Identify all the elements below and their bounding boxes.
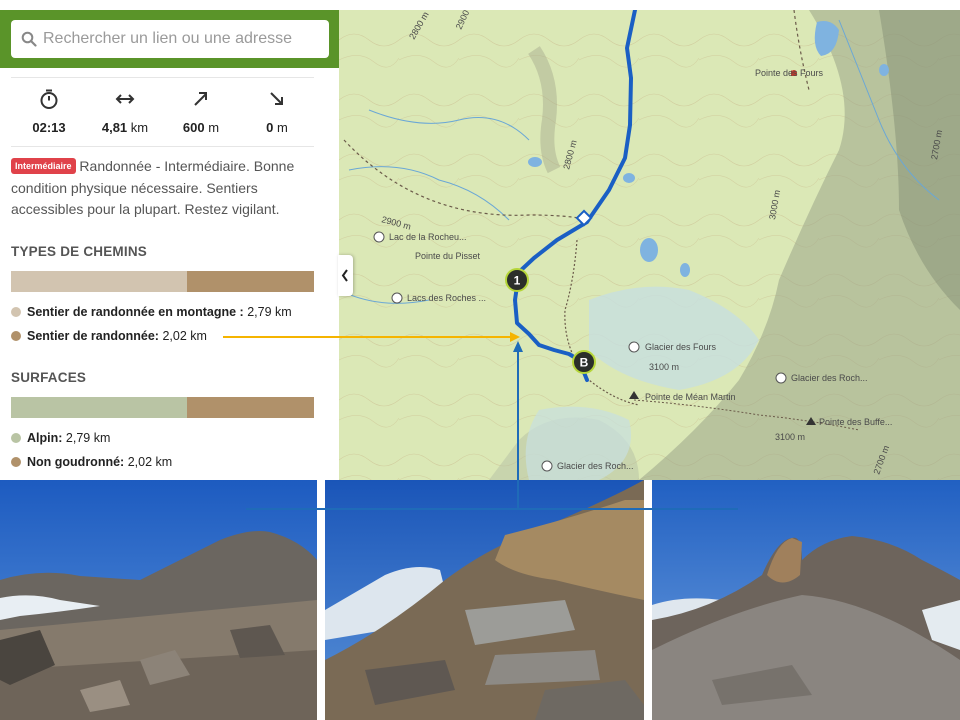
legend-label: Sentier de randonnée: [27, 329, 159, 343]
search-icon [21, 31, 37, 47]
path-types-bar [11, 271, 314, 292]
rocky-ridge-photo [652, 480, 960, 720]
poi-pointe-des-fours[interactable]: Pointe des Fours [755, 68, 824, 78]
rock-slabs-photo [325, 480, 644, 720]
legend-label: Alpin: [27, 431, 63, 445]
peak-label: Pointe du Pisset [415, 251, 481, 261]
poi-label: Lac de la Rocheu... [389, 232, 467, 242]
surface-segment-alpine [11, 397, 187, 418]
contour-label: 3100 m [649, 362, 679, 372]
search-placeholder: Rechercher un lien ou une adresse [43, 30, 293, 47]
distance-value: 4,81 [101, 120, 128, 135]
legend-label: Non goudronné: [27, 455, 125, 469]
route-stats: 02:13 4,81 km 600 m 0 m [11, 77, 314, 147]
ascent-arrow-icon [194, 92, 207, 106]
path-types-title: TYPES DE CHEMINS [11, 244, 147, 259]
ascent-value: 600 [182, 120, 205, 135]
legend-dot [11, 331, 21, 341]
chevron-left-icon [341, 269, 348, 282]
descent-stat: 0 m [239, 78, 315, 135]
legend-dot [11, 433, 21, 443]
difficulty-description: Intermédiaire Randonnée - Intermédiaire.… [11, 156, 314, 221]
legend-value: 2,79 km [65, 431, 111, 445]
poi-label: Pointe des Fours [755, 68, 824, 78]
search-bar: Rechercher un lien ou une adresse [0, 10, 339, 68]
route-details-panel: Rechercher un lien ou une adresse 02:13 … [0, 0, 339, 480]
descent-value: 0 [266, 120, 274, 135]
legend-dot [11, 457, 21, 467]
surfaces-bar [11, 397, 314, 418]
marker-b-label: B [580, 356, 589, 370]
panel-collapse-button[interactable] [338, 255, 353, 296]
topo-map[interactable]: 2800 m 2900 m 2800 m 2900 m 2700 m 3100 … [339, 10, 960, 480]
duration-value: 02:13 [32, 120, 66, 135]
legend-value: 2,79 km [247, 305, 292, 319]
surface-legend-unpaved: Non goudronné: 2,02 km [11, 455, 172, 469]
ascent-unit: m [208, 120, 220, 135]
duration-stat: 02:13 [11, 78, 87, 135]
path-type-segment-mountain [11, 271, 187, 292]
poi-lacs-des-roches[interactable]: Lacs des Roches ... [391, 292, 486, 304]
poi-label: Glacier des Fours [645, 342, 717, 352]
surface-legend-alpine: Alpin: 2,79 km [11, 431, 110, 445]
poi-pointe-des-buffettes[interactable]: Pointe des Buffe... [806, 417, 892, 427]
waypoint-marker-b[interactable]: B [572, 350, 596, 374]
poi-label: Glacier des Roch... [557, 461, 634, 471]
legend-dot [11, 307, 21, 317]
surfaces-title: SURFACES [11, 370, 87, 385]
stopwatch-icon [40, 89, 58, 109]
legend-value: 2,02 km [162, 329, 207, 343]
marker-1-label: 1 [514, 274, 521, 288]
descent-unit: m [277, 120, 288, 135]
difficulty-badge: Intermédiaire [11, 158, 76, 174]
contour-label: 3100 m [775, 432, 805, 442]
path-type-legend-mountain: Sentier de randonnée en montagne : 2,79 … [11, 305, 292, 319]
path-type-segment-hiking [186, 271, 314, 292]
poi-label: Pointe des Buffe... [819, 417, 892, 427]
distance-stat: 4,81 km [87, 78, 163, 135]
poi-label: Glacier des Roch... [791, 373, 868, 383]
path-type-legend-hiking: Sentier de randonnée: 2,02 km [11, 329, 207, 343]
waypoint-marker-1[interactable]: 1 [505, 268, 529, 292]
rocky-slope-photo [0, 480, 317, 720]
legend-label: Sentier de randonnée en montagne : [27, 305, 244, 319]
map-canvas: 2800 m 2900 m 2800 m 2900 m 2700 m 3100 … [339, 10, 960, 480]
poi-pointe-de-mean-martin[interactable]: Pointe de Méan Martin [629, 391, 736, 402]
poi-label: Pointe de Méan Martin [645, 392, 736, 402]
ascent-stat: 600 m [163, 78, 239, 135]
surface-segment-unpaved [186, 397, 314, 418]
distance-unit: km [130, 120, 149, 135]
descent-arrow-icon [270, 92, 283, 105]
poi-label: Lacs des Roches ... [407, 293, 486, 303]
search-input[interactable]: Rechercher un lien ou une adresse [11, 20, 329, 58]
legend-value: 2,02 km [127, 455, 173, 469]
distance-arrows-icon [115, 94, 135, 104]
